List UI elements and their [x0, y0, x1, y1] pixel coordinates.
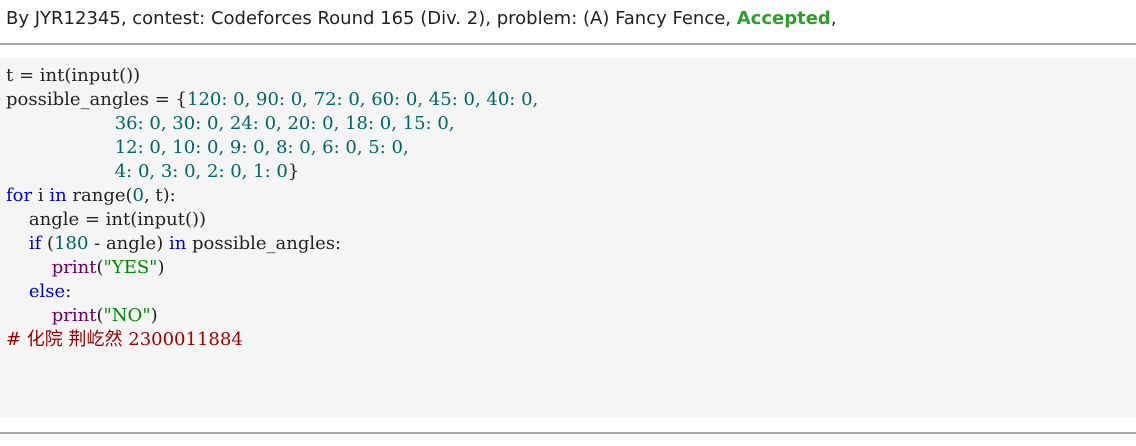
verdict-separator: , [725, 8, 737, 29]
code-dict-values: 120: 0, 90: 0, 72: 0, 60: 0, 45: 0, 40: … [187, 89, 539, 110]
author-link[interactable]: JYR12345 [35, 8, 121, 29]
header-divider [0, 43, 1136, 45]
code-text: angle = int(input()) [28, 209, 207, 230]
problem-link[interactable]: (A) Fancy Fence [583, 8, 725, 29]
code-string: "YES" [103, 257, 158, 278]
code-line-10: else: [6, 280, 1136, 304]
code-line-4: 12: 0, 10: 0, 9: 0, 8: 0, 6: 0, 5: 0, [6, 136, 1136, 160]
code-number: 0 [132, 185, 144, 206]
code-line-9: print("YES") [6, 256, 1136, 280]
contest-link[interactable]: Codeforces Round 165 (Div. 2) [211, 8, 485, 29]
code-text: possible_angles = { [6, 89, 187, 110]
code-dict-values: 4: 0, 3: 0, 2: 0, 1: 0 [114, 161, 288, 182]
code-text: t = int(input()) [6, 65, 141, 86]
code-keyword: if [28, 233, 42, 254]
code-keyword: in [49, 185, 67, 206]
code-string: "NO" [103, 305, 151, 326]
code-comment: # 化院 荆屹然 2300011884 [6, 329, 243, 350]
code-line-6: for i in range(0, t): [6, 184, 1136, 208]
code-line-1: t = int(input()) [6, 64, 1136, 88]
code-text: ( [41, 233, 55, 254]
code-line-12: # 化院 荆屹然 2300011884 [6, 328, 1136, 352]
code-keyword: in [168, 233, 187, 254]
code-text: - angle) [88, 233, 169, 254]
code-text: range( [66, 185, 133, 206]
header-trail: , [830, 8, 837, 29]
code-text: i [32, 185, 50, 206]
source-code-block: t = int(input()) possible_angles = {120:… [0, 58, 1136, 417]
code-text: ( [96, 257, 104, 278]
code-builtin: print [51, 257, 97, 278]
submission-header: By JYR12345, contest: Codeforces Round 1… [6, 4, 837, 34]
code-keyword: else [28, 281, 66, 302]
code-line-7: angle = int(input()) [6, 208, 1136, 232]
code-dict-values: 36: 0, 30: 0, 24: 0, 20: 0, 18: 0, 15: 0… [114, 113, 455, 134]
header-prefix: By [6, 8, 35, 29]
code-text: } [287, 161, 300, 182]
code-text: ) [157, 257, 165, 278]
code-keyword: for [6, 185, 33, 206]
code-text: possible_angles: [186, 233, 342, 254]
code-line-3: 36: 0, 30: 0, 24: 0, 20: 0, 18: 0, 15: 0… [6, 112, 1136, 136]
code-builtin: print [51, 305, 97, 326]
code-line-5: 4: 0, 3: 0, 2: 0, 1: 0} [6, 160, 1136, 184]
code-text: ) [150, 305, 158, 326]
contest-label: , contest: [120, 8, 211, 29]
code-text: ( [96, 305, 104, 326]
verdict-badge: Accepted [736, 8, 831, 29]
code-line-8: if (180 - angle) in possible_angles: [6, 232, 1136, 256]
footer-divider [0, 432, 1136, 434]
code-text: : [65, 281, 72, 302]
code-number: 180 [54, 233, 89, 254]
code-text: , t): [143, 185, 176, 206]
problem-label: , problem: [485, 8, 583, 29]
code-line-11: print("NO") [6, 304, 1136, 328]
code-line-2: possible_angles = {120: 0, 90: 0, 72: 0,… [6, 88, 1136, 112]
code-dict-values: 12: 0, 10: 0, 9: 0, 8: 0, 6: 0, 5: 0, [114, 137, 409, 158]
